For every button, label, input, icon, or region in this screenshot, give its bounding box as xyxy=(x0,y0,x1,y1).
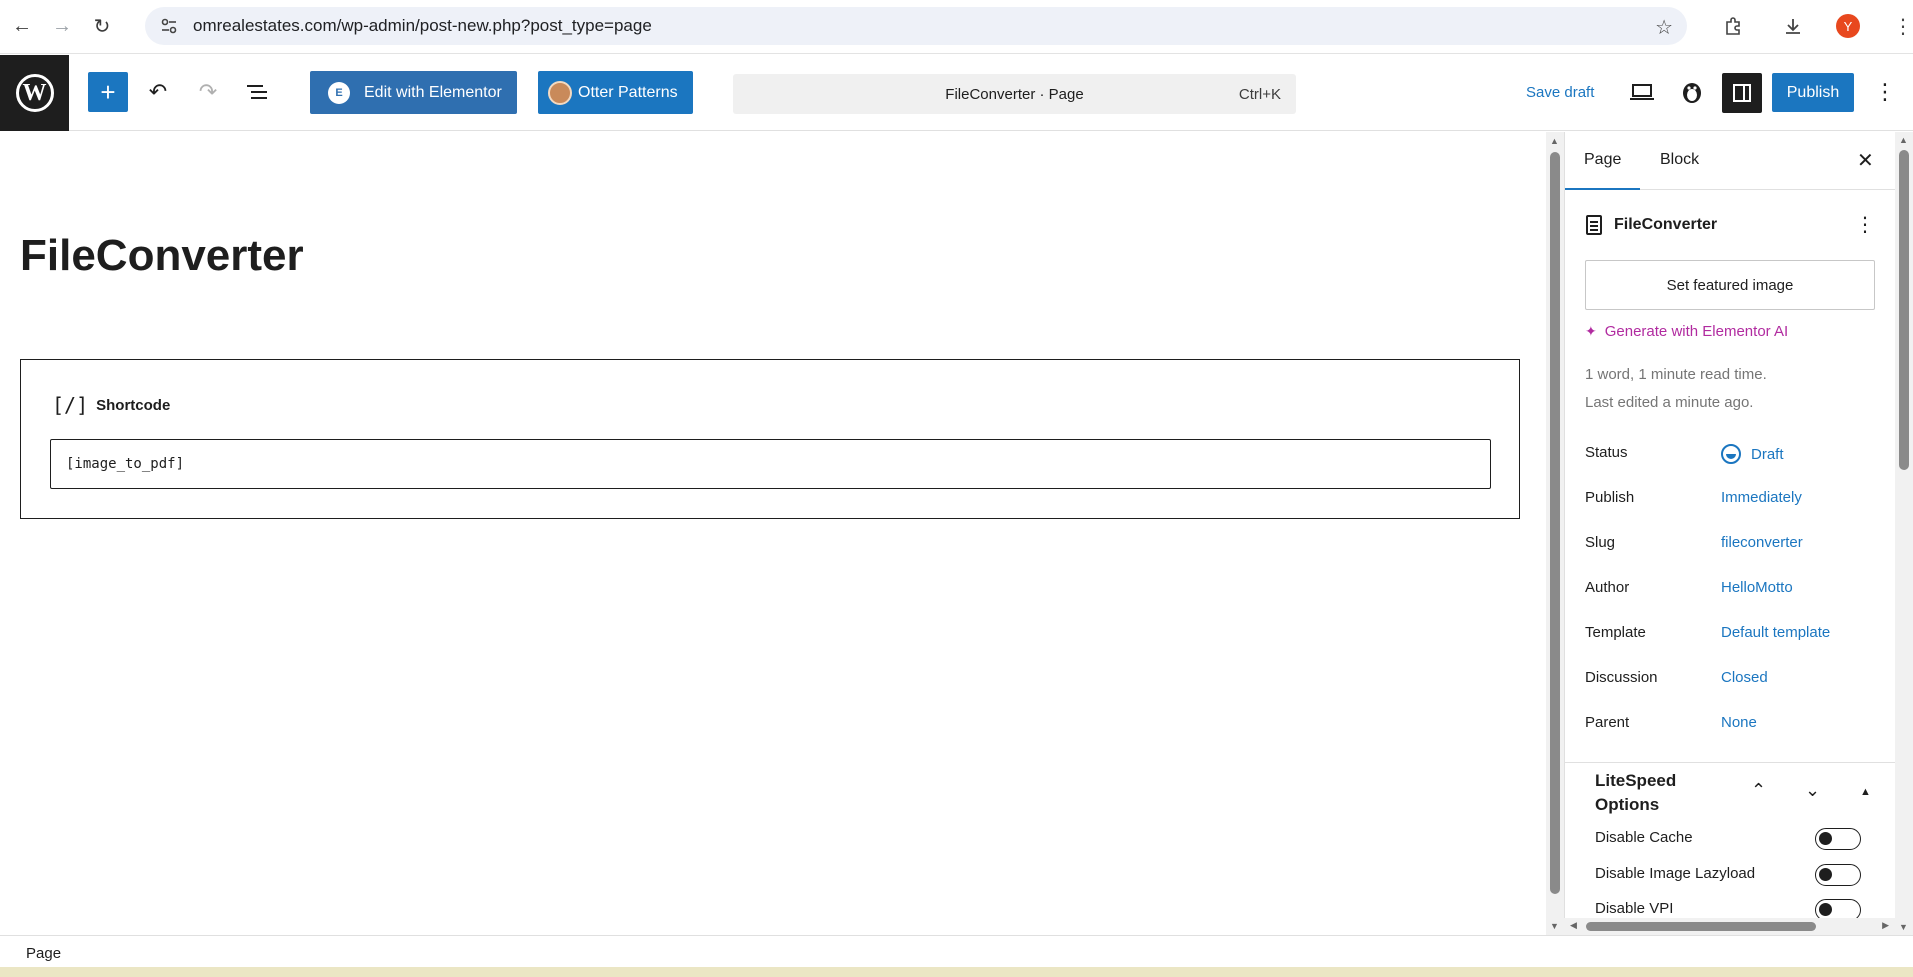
scroll-left-icon[interactable]: ◀ xyxy=(1570,920,1577,931)
publish-row: Publish Immediately xyxy=(1585,489,1802,506)
editor-header: W + ↶ ↷ E Edit with Elementor Otter Patt… xyxy=(0,55,1913,131)
word-count-text: 1 word, 1 minute read time. xyxy=(1585,366,1767,383)
undo-icon[interactable]: ↶ xyxy=(138,72,178,112)
move-up-icon[interactable]: ⌃ xyxy=(1751,780,1766,801)
otter-penguin-icon[interactable] xyxy=(1672,72,1712,112)
settings-sidebar-toggle[interactable] xyxy=(1722,73,1762,113)
status-value[interactable]: Draft xyxy=(1721,444,1784,464)
template-value[interactable]: Default template xyxy=(1721,624,1830,641)
editor-canvas: FileConverter [/] Shortcode [image_to_pd… xyxy=(0,132,1546,935)
status-row: Status Draft xyxy=(1585,444,1784,464)
document-title: FileConverter · Page xyxy=(945,85,1084,103)
taskbar-strip xyxy=(0,967,1913,977)
sidebar-hscroll-thumb[interactable] xyxy=(1586,922,1816,931)
draft-status-icon xyxy=(1721,444,1741,464)
disable-cache-toggle[interactable] xyxy=(1815,828,1861,850)
redo-icon[interactable]: ↷ xyxy=(188,72,228,112)
document-card-header: FileConverter xyxy=(1586,215,1717,235)
disable-image-lazyload-label: Disable Image Lazyload xyxy=(1595,865,1756,882)
otter-patterns-button[interactable]: Otter Patterns xyxy=(538,71,693,114)
url-text[interactable]: omrealestates.com/wp-admin/post-new.php?… xyxy=(193,16,652,36)
editor-footer: Page xyxy=(0,935,1913,967)
canvas-scrollbar[interactable]: ▲ ▼ xyxy=(1546,132,1564,935)
options-menu-icon[interactable]: ⋮ xyxy=(1865,72,1905,112)
shortcode-block-header: [/] Shortcode xyxy=(52,393,170,417)
shortcode-block[interactable]: [/] Shortcode [image_to_pdf] xyxy=(20,359,1520,519)
site-info-icon[interactable] xyxy=(157,14,181,38)
otter-avatar-icon xyxy=(548,80,572,105)
move-down-icon[interactable]: ⌄ xyxy=(1805,780,1820,801)
shortcut-hint: Ctrl+K xyxy=(1238,86,1281,103)
scroll-down-icon[interactable]: ▼ xyxy=(1899,922,1908,932)
reload-icon[interactable]: ↻ xyxy=(84,9,120,45)
discussion-value[interactable]: Closed xyxy=(1721,669,1768,686)
publish-date-value[interactable]: Immediately xyxy=(1721,489,1802,506)
canvas-scroll-thumb[interactable] xyxy=(1550,152,1560,894)
preview-icon[interactable] xyxy=(1622,72,1662,112)
edit-with-elementor-button[interactable]: E Edit with Elementor xyxy=(310,71,517,114)
tab-block[interactable]: Block xyxy=(1660,151,1699,169)
bookmark-star-icon[interactable]: ☆ xyxy=(1655,15,1673,40)
set-featured-image-button[interactable]: Set featured image xyxy=(1585,260,1875,310)
command-palette-bar[interactable]: FileConverter · Page Ctrl+K xyxy=(733,74,1296,114)
scroll-down-icon[interactable]: ▼ xyxy=(1550,921,1559,931)
sidebar-tabs: Page Block ✕ xyxy=(1565,132,1895,190)
ai-sparkle-icon: ✦ xyxy=(1585,323,1597,339)
document-overview-icon[interactable] xyxy=(238,72,278,112)
parent-value[interactable]: None xyxy=(1721,714,1757,731)
disable-image-lazyload-toggle[interactable] xyxy=(1815,864,1861,886)
breadcrumb[interactable]: Page xyxy=(26,945,61,962)
sidebar-scroll-thumb[interactable] xyxy=(1899,150,1909,470)
document-actions-icon[interactable]: ⋮ xyxy=(1855,212,1875,237)
block-inserter-button[interactable]: + xyxy=(88,72,128,112)
settings-sidebar: Page Block ✕ FileConverter ⋮ Set feature… xyxy=(1564,132,1895,935)
scroll-right-icon[interactable]: ▶ xyxy=(1882,920,1889,931)
document-name: FileConverter xyxy=(1614,216,1718,233)
template-row: Template Default template xyxy=(1585,624,1831,641)
slug-value[interactable]: fileconverter xyxy=(1721,534,1803,551)
address-bar[interactable]: omrealestates.com/wp-admin/post-new.php?… xyxy=(145,7,1687,45)
tab-page[interactable]: Page xyxy=(1565,151,1641,190)
discussion-row: Discussion Closed xyxy=(1585,669,1768,686)
extensions-icon[interactable] xyxy=(1716,9,1750,43)
author-row: Author HelloMotto xyxy=(1585,579,1793,596)
slug-row: Slug fileconverter xyxy=(1585,534,1803,551)
profile-avatar[interactable]: Y xyxy=(1836,14,1860,38)
browser-menu-icon[interactable]: ⋮ xyxy=(1886,9,1913,43)
publish-button[interactable]: Publish xyxy=(1772,73,1854,112)
shortcode-input[interactable]: [image_to_pdf] xyxy=(50,439,1491,489)
parent-row: Parent None xyxy=(1585,714,1757,731)
download-icon[interactable] xyxy=(1776,9,1810,43)
scroll-up-icon[interactable]: ▲ xyxy=(1550,136,1559,146)
back-icon[interactable]: ← xyxy=(4,9,40,45)
scroll-up-icon[interactable]: ▲ xyxy=(1899,135,1908,145)
generate-with-ai-link[interactable]: ✦ Generate with Elementor AI xyxy=(1585,323,1788,340)
save-draft-button[interactable]: Save draft xyxy=(1526,84,1594,101)
sidebar-scrollbar[interactable]: ▲ ▼ xyxy=(1895,132,1913,935)
close-icon[interactable]: ✕ xyxy=(1857,148,1874,173)
browser-toolbar: ← → ↻ omrealestates.com/wp-admin/post-ne… xyxy=(0,0,1913,54)
shortcode-block-label: Shortcode xyxy=(96,396,171,414)
shortcode-icon: [/] xyxy=(52,393,89,417)
disable-cache-label: Disable Cache xyxy=(1595,829,1693,846)
author-value[interactable]: HelloMotto xyxy=(1721,579,1793,596)
browser-actions: Y ⋮ xyxy=(1716,9,1913,43)
litespeed-title: LiteSpeed Options xyxy=(1595,771,1677,814)
wordpress-logo-icon[interactable]: W xyxy=(0,55,69,131)
sidebar-horizontal-scrollbar[interactable]: ◀ ▶ xyxy=(1564,918,1895,935)
page-icon xyxy=(1586,215,1602,235)
post-title[interactable]: FileConverter xyxy=(20,231,304,281)
elementor-icon: E xyxy=(328,81,350,104)
last-edited-text: Last edited a minute ago. xyxy=(1585,394,1754,411)
disable-vpi-label: Disable VPI xyxy=(1595,900,1674,917)
collapse-panel-icon[interactable]: ▲ xyxy=(1860,786,1871,798)
forward-icon[interactable]: → xyxy=(44,9,80,45)
